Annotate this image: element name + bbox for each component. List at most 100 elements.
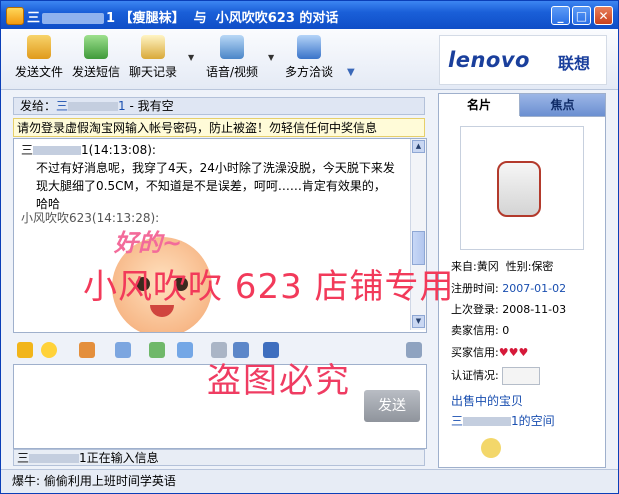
message-text: 不过有好消息呢，我穿了4天，24小时除了洗澡没脱，今天脱下来发现大腿细了0.5C… (36, 161, 395, 211)
brand-cn: 联想 (558, 54, 591, 73)
security-warning: 请勿登录虚假淘宝网输入帐号密码，防止被盗！勿轻信任何中奖信息 (13, 118, 425, 137)
last-login-value: 2008-11-03 (502, 303, 567, 316)
watermark-warning: 盗图必究 (207, 361, 351, 401)
title-suffix: 的对话 (299, 11, 339, 26)
redacted-id (29, 454, 80, 463)
profile-buyer-credit: 买家信用:♥♥♥ (451, 344, 528, 360)
webcam-icon (220, 35, 245, 59)
profile-from: 来自:黄冈 性别:保密 (451, 258, 553, 274)
avatar (460, 126, 584, 250)
gender-value: 保密 (531, 260, 554, 273)
profile-seller-credit: 卖家信用: 0 (451, 322, 509, 338)
brand-banner[interactable]: lenovo 联想 (439, 35, 607, 85)
magic-emoticon-icon[interactable] (79, 342, 95, 358)
last-login-label: 上次登录: (451, 303, 499, 316)
verify-badge-icon[interactable] (502, 367, 541, 385)
multi-chat-button[interactable]: 多方洽谈 (285, 35, 333, 80)
message-log-icon[interactable] (406, 342, 422, 358)
send-to-bar: 发给：三 1 - 我有空 (13, 97, 425, 115)
tab-card[interactable]: 名片 (439, 94, 520, 116)
typing-indicator: 三 1正在输入信息 (13, 449, 425, 466)
brand-logo: lenovo (448, 48, 530, 72)
redacted-id (463, 417, 512, 426)
checklist-icon[interactable] (149, 342, 165, 358)
typing-num: 1 (79, 451, 87, 465)
message-sender: 小风吹吹623 (21, 211, 92, 225)
space-prefix: 三 (451, 414, 464, 428)
redacted-id (42, 13, 105, 24)
redacted-id (33, 146, 82, 155)
heart-rating-icon: ♥♥♥ (498, 346, 529, 359)
title-num: 1 (106, 11, 116, 26)
chat-window: 三 1 【瘦腿袜】 与 小风吹吹623 的对话 _ □ ✕ 发送文件 发送短信 聊… (0, 0, 619, 494)
close-button[interactable]: ✕ (594, 6, 613, 25)
send-sms-label: 发送短信 (72, 65, 121, 79)
image-icon[interactable] (177, 342, 193, 358)
profile-verify: 认证情况: (451, 367, 541, 385)
send-sms-button[interactable]: 发送短信 (72, 35, 120, 80)
verify-label: 认证情况: (451, 369, 499, 382)
sms-icon (84, 35, 108, 59)
from-label: 来自: (451, 260, 477, 273)
send-button[interactable]: 发送 (364, 390, 420, 422)
title-prefix: 三 (27, 11, 41, 26)
multi-chat-label: 多方洽谈 (285, 65, 334, 79)
chat-log-dropdown-icon[interactable]: ▼ (188, 53, 194, 62)
profile-reg: 注册时间: 2007-01-02 (451, 280, 566, 296)
app-icon (6, 7, 24, 25)
mascot-icon (481, 438, 501, 458)
profile-last-login: 上次登录: 2008-11-03 (451, 301, 566, 317)
buyer-credit-label: 买家信用: (451, 346, 499, 359)
space-link[interactable]: 三 1的空间 (451, 412, 555, 429)
scroll-down-icon[interactable]: ▼ (412, 315, 425, 328)
status-bar[interactable]: 爆牛: 偷偷利用上班时间学英语 (1, 469, 618, 493)
screenshot-icon[interactable] (115, 342, 131, 358)
minimize-button[interactable]: _ (551, 6, 570, 25)
typing-prefix: 三 (17, 451, 30, 465)
scroll-up-icon[interactable]: ▲ (412, 140, 425, 153)
people-icon (297, 35, 321, 59)
tab-focus[interactable]: 焦点 (520, 94, 605, 117)
sticker-caption: 好的~ (114, 229, 183, 257)
maximize-button[interactable]: □ (572, 6, 591, 25)
profile-panel: 名片 焦点 来自:黄冈 性别:保密 注册时间: 2007-01-02 上次登录:… (438, 93, 606, 468)
from-value: 黄冈 (476, 260, 499, 273)
font-icon[interactable] (17, 342, 33, 358)
voice-video-button[interactable]: 语音/视频 (206, 35, 258, 80)
avatar-figure-icon (497, 161, 541, 217)
message-header: 三 1(14:13:08): (21, 141, 156, 159)
clock-icon (141, 35, 165, 59)
send-file-button[interactable]: 发送文件 (15, 35, 63, 80)
title-shop: 【瘦腿袜】 (119, 11, 185, 26)
watermark-shop: 小风吹吹 623 店铺专用 (83, 267, 455, 307)
seller-credit-label: 卖家信用: (451, 324, 499, 337)
seller-credit-value: 0 (502, 324, 510, 337)
send-to-prefix: 三 (56, 99, 69, 113)
on-sale-link[interactable]: 出售中的宝贝 (451, 392, 523, 409)
more-tools-icon[interactable]: ▼ (347, 67, 355, 78)
voice-video-dropdown-icon[interactable]: ▼ (268, 53, 274, 62)
send-to-status: - 我有空 (129, 99, 174, 113)
message-time: (14:13:08): (88, 143, 156, 157)
chat-log-button[interactable]: 聊天记录 (129, 35, 177, 80)
voice-video-label: 语音/视频 (206, 65, 259, 79)
reg-value: 2007-01-02 (502, 282, 567, 295)
gender-label: 性别: (505, 260, 532, 273)
redacted-id (68, 102, 119, 111)
window-title: 三 1 【瘦腿袜】 与 小风吹吹623 的对话 (27, 7, 338, 26)
main-toolbar: 发送文件 发送短信 聊天记录 ▼ 语音/视频 ▼ 多方洽谈 ▼ lenovo 联… (1, 29, 618, 90)
send-file-label: 发送文件 (15, 65, 64, 79)
title-bar: 三 1 【瘦腿袜】 与 小风吹吹623 的对话 _ □ ✕ (1, 1, 618, 29)
title-with: 与 (193, 11, 207, 26)
space-suffix: 1的空间 (511, 414, 555, 428)
send-to-label: 发给： (20, 99, 57, 113)
reg-label: 注册时间: (451, 282, 499, 295)
emoji-icon[interactable] (41, 342, 57, 358)
message-sender: 三 (21, 143, 34, 157)
typing-text: 正在输入信息 (86, 451, 159, 465)
message-sender-num: 1 (81, 143, 89, 157)
chat-log-label: 聊天记录 (129, 65, 178, 79)
title-contact: 小风吹吹623 (215, 11, 295, 26)
folder-icon (27, 35, 51, 59)
send-to-num: 1 (118, 99, 126, 113)
